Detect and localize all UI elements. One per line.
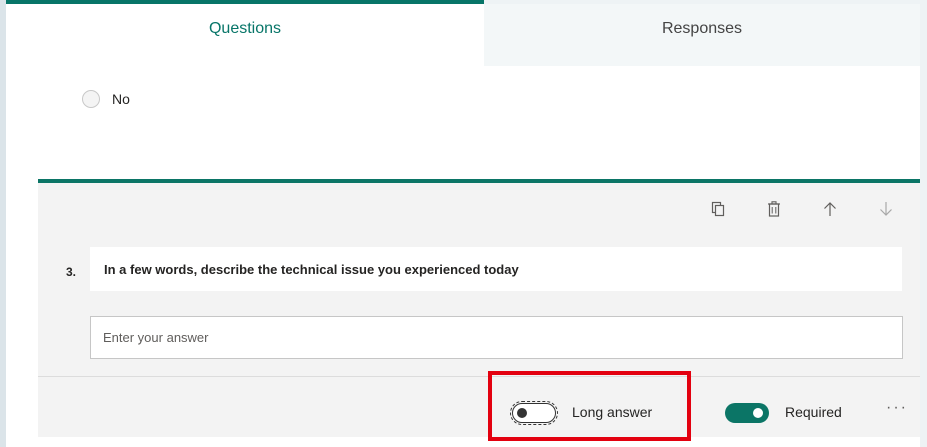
required-toggle[interactable]: [725, 403, 769, 423]
question-number: 3.: [66, 265, 77, 279]
radio-button[interactable]: [82, 90, 100, 108]
toggle-knob: [753, 408, 763, 418]
tab-responses[interactable]: Responses: [484, 0, 920, 66]
question-toolbar: [38, 183, 920, 235]
move-up-icon[interactable]: [820, 199, 840, 219]
tab-responses-label: Responses: [661, 20, 743, 37]
move-down-icon[interactable]: [876, 199, 896, 219]
radio-option-no[interactable]: No: [82, 90, 130, 108]
tab-bar: Questions Responses: [6, 0, 920, 66]
long-answer-label: Long answer: [572, 404, 653, 420]
question-editor-panel: 3. In a few words, describe the technica…: [38, 179, 920, 437]
required-label: Required: [785, 404, 842, 420]
question-title[interactable]: In a few words, describe the technical i…: [90, 247, 902, 291]
tab-questions[interactable]: Questions: [6, 0, 484, 66]
radio-option-label: No: [112, 91, 130, 107]
more-options-icon[interactable]: ···: [886, 399, 908, 417]
question-footer: Long answer Required ···: [38, 376, 920, 441]
long-answer-toggle[interactable]: [510, 401, 558, 425]
delete-icon[interactable]: [764, 199, 784, 219]
answer-input[interactable]: [90, 316, 903, 359]
toggle-knob: [517, 408, 527, 418]
copy-icon[interactable]: [708, 199, 728, 219]
tab-questions-label: Questions: [208, 20, 282, 37]
right-gutter: [920, 0, 927, 447]
